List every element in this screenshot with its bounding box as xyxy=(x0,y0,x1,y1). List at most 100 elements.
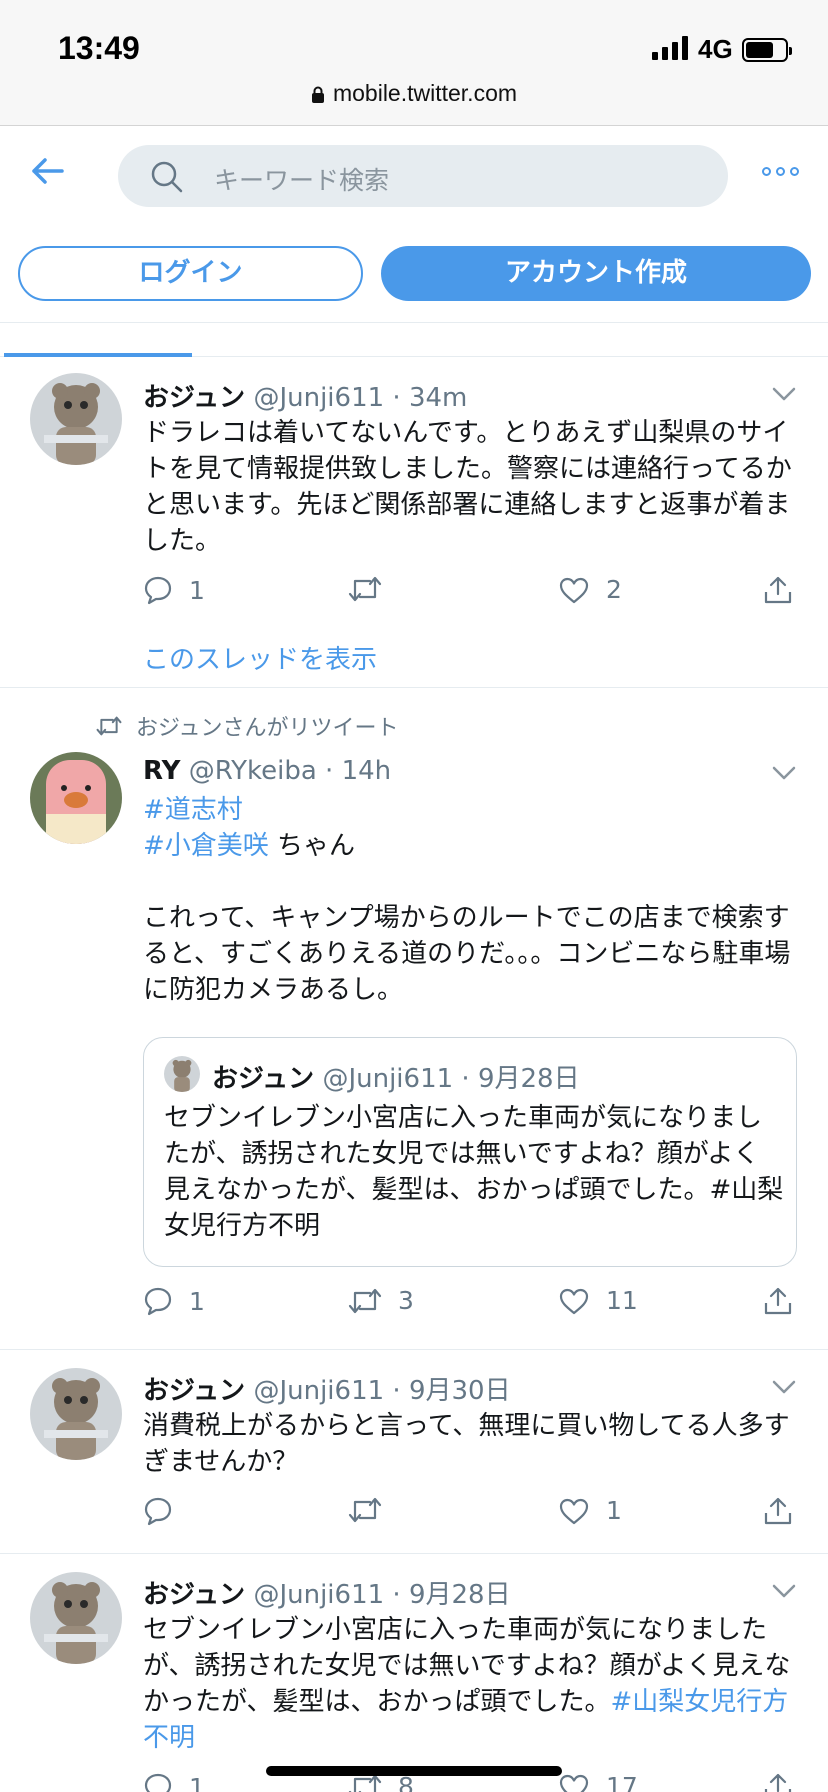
share-button[interactable] xyxy=(763,575,793,605)
more-icon[interactable] xyxy=(762,167,799,176)
avatar[interactable] xyxy=(30,373,122,465)
status-time: 13:49 xyxy=(58,30,140,66)
tweet-handle[interactable]: @Junji611 xyxy=(253,1376,384,1406)
hashtag-link[interactable]: #小倉美咲 xyxy=(143,831,269,861)
tweet[interactable]: おジュンさんがリツイート RY @RYkeiba · 14h #道志村 #小倉美… xyxy=(0,688,828,1350)
tweet-handle[interactable]: @RYkeiba xyxy=(189,756,317,786)
like-icon xyxy=(559,577,589,603)
share-icon xyxy=(764,1497,792,1525)
chevron-down-icon[interactable] xyxy=(772,1584,796,1598)
retweet-count: 3 xyxy=(398,1286,414,1315)
retweet-context-label: おジュンさんがリツイート xyxy=(136,716,399,741)
reply-count: 1 xyxy=(189,1772,205,1792)
tweet-author-name[interactable]: おジュン xyxy=(143,1376,245,1406)
tweet-author-name[interactable]: RY xyxy=(143,756,180,786)
status-bar: 13:49 4G mobile.twitter.com xyxy=(0,0,828,126)
tweet-time[interactable]: 9月30日 xyxy=(409,1376,511,1406)
reply-count: 1 xyxy=(189,1286,205,1316)
tweet-header: おジュン @Junji611 · 34m xyxy=(143,383,468,413)
signal-icon xyxy=(652,36,688,60)
chevron-down-icon[interactable] xyxy=(772,766,796,780)
tweet-header: RY @RYkeiba · 14h xyxy=(143,756,392,786)
reply-icon xyxy=(144,1497,172,1526)
hashtag-link[interactable]: #道志村 xyxy=(143,795,243,825)
chevron-down-icon[interactable] xyxy=(772,387,796,401)
avatar[interactable] xyxy=(30,1572,122,1664)
share-button[interactable] xyxy=(763,1772,793,1792)
quoted-author-name: おジュン xyxy=(212,1064,315,1094)
quoted-tweet-text: セブンイレブン小宮店に入った車両が気になりましたが、誘拐された女児では無いですよ… xyxy=(164,1103,784,1241)
tweet[interactable]: おジュン @Junji611 · 9月30日 消費税上がるからと言って、無理に買… xyxy=(0,1350,828,1554)
show-thread-link[interactable]: このスレッドを表示 xyxy=(143,639,377,676)
tweet-time[interactable]: 9月28日 xyxy=(409,1580,511,1610)
tweet-text: ドラレコは着いてないんです。とりあえず山梨県のサイトを見て情報提供致しました。警… xyxy=(143,418,792,556)
reply-button[interactable]: 1 xyxy=(143,1286,205,1316)
retweet-button[interactable] xyxy=(348,575,398,603)
share-button[interactable] xyxy=(763,1286,793,1316)
tweet-author-name[interactable]: おジュン xyxy=(143,1580,245,1610)
reply-button[interactable]: 1 xyxy=(143,575,205,605)
address-bar[interactable]: mobile.twitter.com xyxy=(0,80,828,107)
network-label: 4G xyxy=(698,34,733,64)
avatar[interactable] xyxy=(30,1368,122,1460)
like-button[interactable]: 17 xyxy=(558,1772,638,1792)
tweet-text: 消費税上がるからと言って、無理に買い物してる人多すぎませんか？ xyxy=(143,1411,790,1477)
like-button[interactable]: 2 xyxy=(558,575,622,604)
search-icon xyxy=(151,161,183,193)
like-count: 11 xyxy=(606,1286,638,1315)
reply-icon xyxy=(144,1287,172,1316)
like-icon xyxy=(559,1498,589,1524)
battery-icon xyxy=(742,38,792,62)
back-arrow-icon[interactable] xyxy=(28,151,68,191)
quoted-handle: @Junji611 xyxy=(322,1064,454,1094)
reply-button[interactable] xyxy=(143,1496,189,1526)
share-button[interactable] xyxy=(763,1496,793,1526)
signup-button[interactable]: アカウント作成 xyxy=(381,246,811,301)
tweet-actions: 1 3 11 xyxy=(143,1286,803,1326)
quoted-time: 9月28日 xyxy=(477,1064,580,1094)
like-count: 17 xyxy=(606,1772,638,1792)
tweet[interactable]: おジュン @Junji611 · 34m ドラレコは着いてないんです。とりあえず… xyxy=(0,357,828,688)
tweet-handle[interactable]: @Junji611 xyxy=(253,1580,384,1610)
share-icon xyxy=(764,576,792,604)
home-indicator[interactable] xyxy=(266,1766,562,1776)
tweet-time[interactable]: 14h xyxy=(342,756,392,786)
tweet-time[interactable]: 34m xyxy=(409,383,467,413)
search-placeholder: キーワード検索 xyxy=(214,166,390,195)
retweet-button[interactable] xyxy=(348,1496,398,1524)
lock-icon xyxy=(311,86,324,103)
tweet-handle[interactable]: @Junji611 xyxy=(253,383,384,413)
retweet-icon xyxy=(96,716,122,736)
tweet-actions: 1 2 xyxy=(143,575,803,615)
top-header: キーワード検索 ログイン アカウント作成 xyxy=(0,127,828,323)
retweet-icon xyxy=(348,1497,382,1523)
tweet-text-fragment: ちゃん xyxy=(268,831,356,861)
tweet-text: #道志村 #小倉美咲 ちゃん これって、キャンプ場からのルートでこの店まで検索す… xyxy=(143,792,793,1008)
like-button[interactable]: 11 xyxy=(558,1286,638,1315)
avatar[interactable] xyxy=(30,752,122,844)
retweet-icon xyxy=(348,1288,382,1313)
tweet-body: これって、キャンプ場からのルートでこの店まで検索すると、すごくありえる道のりだ。… xyxy=(143,903,791,1005)
share-icon xyxy=(764,1287,792,1315)
url-text: mobile.twitter.com xyxy=(332,80,518,106)
login-button[interactable]: ログイン xyxy=(18,246,363,301)
tweet-author-name[interactable]: おジュン xyxy=(143,383,245,413)
like-icon xyxy=(559,1288,589,1314)
like-count: 1 xyxy=(606,1496,622,1525)
chevron-down-icon[interactable] xyxy=(772,1380,796,1394)
reply-count: 1 xyxy=(189,575,205,605)
reply-button[interactable]: 1 xyxy=(143,1772,205,1792)
retweet-icon xyxy=(348,576,382,602)
like-button[interactable]: 1 xyxy=(558,1496,622,1525)
like-icon xyxy=(559,1774,589,1792)
tab-strip xyxy=(0,323,828,357)
avatar xyxy=(164,1056,200,1092)
search-input[interactable]: キーワード検索 xyxy=(118,145,728,207)
quoted-tweet[interactable]: おジュン @Junji611 · 9月28日 セブンイレブン小宮店に入った車両が… xyxy=(143,1037,797,1267)
reply-icon xyxy=(144,1773,172,1792)
retweet-button[interactable]: 3 xyxy=(348,1286,414,1315)
tweet-actions: 1 xyxy=(143,1496,803,1536)
tweet-header: おジュン @Junji611 · 9月28日 xyxy=(143,1580,511,1610)
tweet[interactable]: おジュン @Junji611 · 9月28日 セブンイレブン小宮店に入った車両が… xyxy=(0,1554,828,1792)
retweet-context: おジュンさんがリツイート xyxy=(96,710,398,742)
